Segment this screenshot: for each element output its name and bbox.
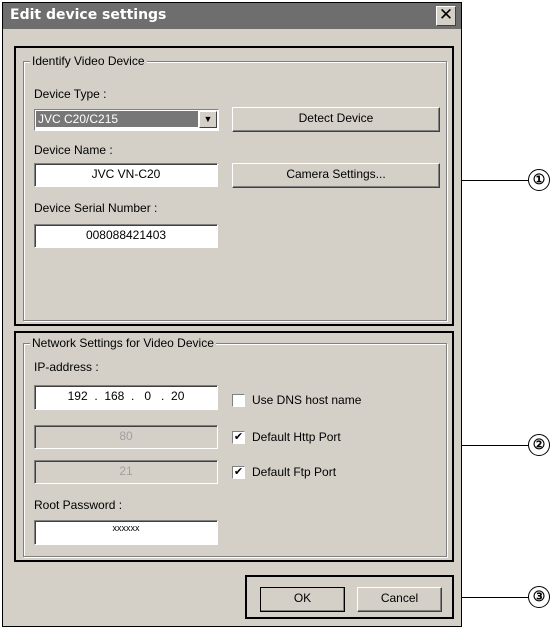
- default-http-checkbox[interactable]: ✔: [232, 431, 245, 444]
- device-type-label: Device Type :: [34, 87, 107, 101]
- root-password-input[interactable]: xxxxxx: [34, 520, 218, 545]
- ip-address-input[interactable]: 192 . 168 . 0 . 20: [34, 385, 218, 410]
- identify-legend: Identify Video Device: [30, 54, 147, 68]
- default-ftp-checkbox[interactable]: ✔: [232, 466, 245, 479]
- default-ftp-label: Default Ftp Port: [252, 465, 337, 479]
- callout-3-line: [462, 597, 528, 598]
- device-type-select[interactable]: JVC C20/C215 ▼: [34, 109, 219, 131]
- close-icon: ✕: [438, 5, 454, 24]
- callout-1: ①: [528, 169, 550, 191]
- ip-address-label: IP-address :: [34, 360, 99, 374]
- ok-button[interactable]: OK: [260, 587, 345, 612]
- use-dns-checkbox[interactable]: [232, 394, 245, 407]
- device-name-label: Device Name :: [34, 143, 113, 157]
- ftp-port-input[interactable]: 21: [34, 460, 218, 484]
- serial-number-label: Device Serial Number :: [34, 201, 158, 215]
- callout-1-line: [462, 180, 528, 181]
- callout-3: ③: [528, 586, 550, 608]
- use-dns-label: Use DNS host name: [252, 393, 362, 407]
- dialog-title: Edit device settings: [10, 7, 167, 23]
- detect-device-button[interactable]: Detect Device: [232, 107, 440, 132]
- http-check-mark: ✔: [233, 431, 244, 443]
- title-bar: Edit device settings ✕: [3, 3, 461, 29]
- network-panel: Network Settings for Video Device IP-add…: [14, 331, 454, 562]
- http-port-input[interactable]: 80: [34, 425, 218, 449]
- cancel-button[interactable]: Cancel: [357, 587, 442, 612]
- button-panel: OK Cancel: [245, 575, 454, 619]
- default-http-label: Default Http Port: [252, 430, 341, 444]
- root-password-label: Root Password :: [34, 498, 123, 512]
- callout-2-line: [462, 445, 528, 446]
- device-name-input[interactable]: JVC VN-C20: [34, 163, 218, 187]
- ftp-check-mark: ✔: [233, 466, 244, 478]
- callout-2: ②: [528, 434, 550, 456]
- close-button[interactable]: ✕: [436, 6, 456, 26]
- device-type-value: JVC C20/C215: [36, 111, 198, 127]
- serial-number-input[interactable]: 008088421403: [34, 224, 218, 248]
- identify-panel: Identify Video Device Device Type : JVC …: [14, 46, 454, 326]
- chevron-down-icon[interactable]: ▼: [199, 111, 217, 128]
- network-legend: Network Settings for Video Device: [30, 336, 216, 350]
- edit-device-dialog: Edit device settings ✕ Identify Video De…: [2, 2, 462, 627]
- camera-settings-button[interactable]: Camera Settings...: [232, 163, 440, 188]
